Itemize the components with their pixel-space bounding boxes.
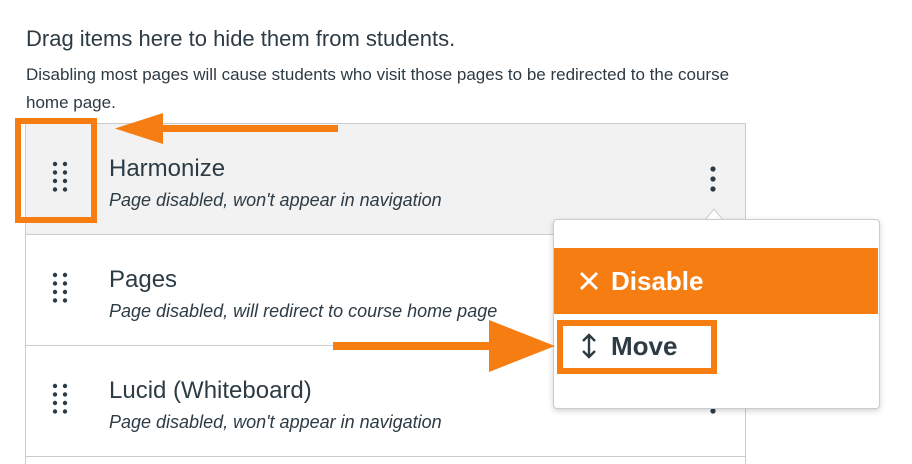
kebab-menu-icon[interactable] <box>708 164 718 194</box>
disable-label: Disable <box>611 265 704 296</box>
item-status: Page disabled, will redirect to course h… <box>109 301 498 321</box>
move-arrows-icon <box>582 333 596 359</box>
move-label: Move <box>611 330 678 361</box>
drag-handle-icon[interactable] <box>51 271 69 305</box>
annotation-arrow <box>333 320 555 372</box>
disable-menu-item[interactable]: Disable <box>554 248 878 314</box>
item-status: Page disabled, won't appear in navigatio… <box>109 412 442 432</box>
section-description: Disabling most pages will cause students… <box>26 65 730 112</box>
item-name: Lucid (Whiteboard) <box>109 377 312 404</box>
move-menu-item[interactable]: Move <box>567 326 705 366</box>
section-title: Drag items here to hide them from studen… <box>26 26 456 51</box>
annotation-arrow <box>115 113 338 144</box>
item-status: Page disabled, won't appear in navigatio… <box>109 190 442 210</box>
drag-handle-highlight <box>15 118 97 223</box>
close-icon <box>579 271 599 291</box>
item-name: Harmonize <box>109 155 226 182</box>
item-name: Pages <box>109 266 178 293</box>
drag-handle-icon[interactable] <box>51 382 69 416</box>
